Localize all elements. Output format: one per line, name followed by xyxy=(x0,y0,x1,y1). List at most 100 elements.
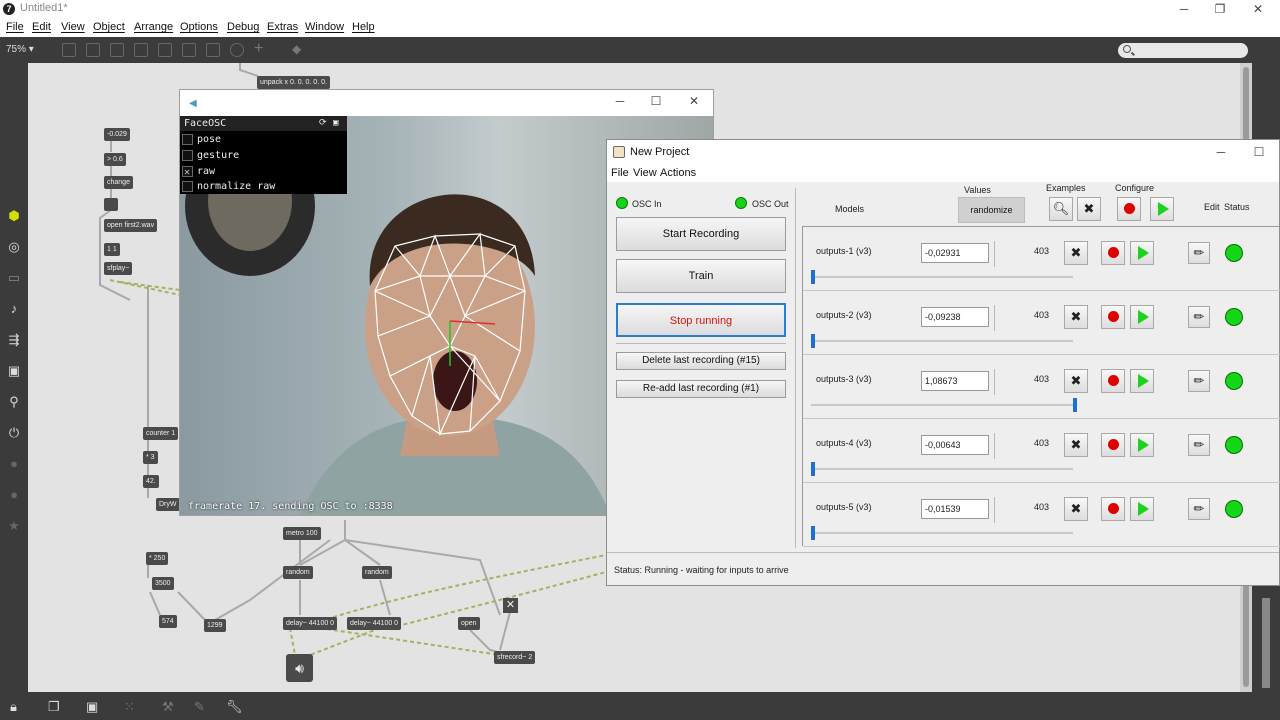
faceosc-toggle-raw[interactable]: raw xyxy=(180,164,347,180)
faceosc-toggle-pose[interactable]: pose xyxy=(180,132,347,147)
record-button[interactable] xyxy=(1101,241,1125,265)
slider-thumb[interactable] xyxy=(811,334,815,348)
patch-object-delay-1[interactable]: delay~ 44100 0 xyxy=(283,617,338,630)
patch-object-greater[interactable]: > 0.6 xyxy=(104,153,126,166)
delete-icon: ✖ xyxy=(1070,501,1082,516)
value-slider[interactable] xyxy=(811,404,1073,406)
patch-object-multiply[interactable]: * 3 xyxy=(143,451,158,464)
edit-model-button[interactable]: ✏︎ xyxy=(1188,498,1210,520)
model-value-field[interactable]: -0,09238 xyxy=(921,307,989,327)
patch-object-random-1[interactable]: random xyxy=(283,566,313,579)
patch-object-metro[interactable]: metro 100 xyxy=(283,527,321,540)
stop-running-button[interactable]: Stop running xyxy=(616,303,786,337)
patch-number-574[interactable]: 574 xyxy=(159,615,177,628)
run-button[interactable] xyxy=(1130,369,1154,393)
example-count: 403 xyxy=(1034,502,1050,512)
wekinator-maximize-icon[interactable]: ☐ xyxy=(1241,143,1277,161)
randomize-button[interactable]: randomize xyxy=(958,197,1025,223)
checkbox[interactable] xyxy=(182,134,193,145)
patch-number-3500[interactable]: 3500 xyxy=(152,577,174,590)
patch-object-drywet[interactable]: DryW xyxy=(156,498,180,511)
faceosc-toggle-label: raw xyxy=(197,166,216,177)
pin-icon[interactable]: ⚒ xyxy=(162,699,174,715)
start-recording-button[interactable]: Start Recording xyxy=(616,217,786,251)
pencil-icon: ✏︎ xyxy=(1193,501,1205,516)
windows-icon[interactable]: ❐ xyxy=(48,699,60,715)
record-button[interactable] xyxy=(1101,497,1125,521)
record-button[interactable] xyxy=(1101,305,1125,329)
checkbox[interactable] xyxy=(182,181,193,192)
model-value-field[interactable]: -0,01539 xyxy=(921,499,989,519)
record-all-button[interactable] xyxy=(1117,197,1141,221)
save-icon[interactable]: ▣ xyxy=(333,116,338,131)
wekinator-minimize-icon[interactable]: ─ xyxy=(1203,143,1239,161)
model-value-field[interactable]: -0,00643 xyxy=(921,435,989,455)
speaker-icon[interactable]: 🔊︎ xyxy=(286,654,313,682)
train-button[interactable]: Train xyxy=(616,259,786,293)
record-icon xyxy=(1107,503,1119,515)
slider-thumb[interactable] xyxy=(811,526,815,540)
patch-message-open[interactable]: open first2.wav xyxy=(104,219,158,232)
patch-toggle[interactable]: ✕ xyxy=(503,598,518,613)
edit-model-button[interactable]: ✏︎ xyxy=(1188,434,1210,456)
patch-object-multiply-250[interactable]: * 250 xyxy=(146,552,169,565)
wrench-icon[interactable]: 🔧︎ xyxy=(226,699,243,715)
delete-last-recording-button[interactable]: Delete last recording (#15) xyxy=(616,352,786,370)
patch-object-sfplay[interactable]: sfplay~ xyxy=(104,262,133,275)
delete-examples-button[interactable]: ✖ xyxy=(1064,433,1088,457)
record-button[interactable] xyxy=(1101,369,1125,393)
faceosc-minimize-icon[interactable]: ─ xyxy=(602,92,638,110)
value-slider[interactable] xyxy=(811,468,1073,470)
run-button[interactable] xyxy=(1130,433,1154,457)
readd-last-recording-button[interactable]: Re-add last recording (#1) xyxy=(616,380,786,398)
patch-number-box[interactable]: -0.029 xyxy=(104,128,130,141)
presentation-bottom-icon[interactable]: ▣ xyxy=(86,699,98,715)
examples-search-button[interactable]: 🔍︎ xyxy=(1049,197,1073,221)
value-slider[interactable] xyxy=(811,340,1073,342)
wek-menu-view[interactable]: View xyxy=(633,167,657,179)
patch-object-delay-2[interactable]: delay~ 44100 0 xyxy=(347,617,402,630)
value-slider[interactable] xyxy=(811,276,1073,278)
edit-model-button[interactable]: ✏︎ xyxy=(1188,306,1210,328)
slider-thumb[interactable] xyxy=(811,270,815,284)
patch-number-1299[interactable]: 1299 xyxy=(204,619,226,632)
wek-menu-actions[interactable]: Actions xyxy=(660,167,696,179)
tools-icon[interactable]: ✎ xyxy=(194,699,205,715)
patch-object-sfrecord[interactable]: sfrecord~ 2 xyxy=(494,651,536,664)
wek-menu-file[interactable]: File xyxy=(611,167,629,179)
delete-examples-button[interactable]: ✖ xyxy=(1064,497,1088,521)
faceosc-close-icon[interactable]: ✕ xyxy=(676,92,712,110)
edit-model-button[interactable]: ✏︎ xyxy=(1188,370,1210,392)
model-value-field[interactable]: -0,02931 xyxy=(921,243,989,263)
patch-object-change[interactable]: change xyxy=(104,176,133,189)
faceosc-toggle-normalize-raw[interactable]: normalize raw xyxy=(180,179,347,194)
lock-bottom-icon[interactable]: 🔒︎ xyxy=(10,699,17,715)
patch-object-unpack[interactable]: unpack x 0. 0. 0. 0. 0. xyxy=(257,76,330,89)
patch-object-random-2[interactable]: random xyxy=(362,566,392,579)
slider-thumb[interactable] xyxy=(811,462,815,476)
faceosc-toggle-gesture[interactable]: gesture xyxy=(180,148,347,163)
record-button[interactable] xyxy=(1101,433,1125,457)
run-button[interactable] xyxy=(1130,497,1154,521)
patch-message-loop[interactable]: 1 1 xyxy=(104,243,120,256)
patch-bang[interactable] xyxy=(104,198,118,211)
run-all-button[interactable] xyxy=(1150,197,1174,221)
model-value-field[interactable]: 1,08673 xyxy=(921,371,989,391)
delete-examples-button[interactable]: ✖ xyxy=(1064,305,1088,329)
refresh-icon[interactable]: ⟳ xyxy=(319,116,327,131)
run-button[interactable] xyxy=(1130,305,1154,329)
grid-bottom-icon[interactable]: ⁙ xyxy=(124,699,135,715)
faceosc-maximize-icon[interactable]: ☐ xyxy=(638,92,674,110)
delete-examples-button[interactable]: ✖ xyxy=(1064,369,1088,393)
run-button[interactable] xyxy=(1130,241,1154,265)
delete-examples-button[interactable]: ✖ xyxy=(1064,241,1088,265)
patch-message-open-2[interactable]: open xyxy=(458,617,480,630)
value-slider[interactable] xyxy=(811,532,1073,534)
checkbox-checked[interactable] xyxy=(182,165,193,180)
edit-model-button[interactable]: ✏︎ xyxy=(1188,242,1210,264)
examples-delete-all-button[interactable]: ✖ xyxy=(1077,197,1101,221)
patch-object-counter[interactable]: counter 1 xyxy=(143,427,179,440)
patch-number-42[interactable]: 42. xyxy=(143,475,159,488)
checkbox[interactable] xyxy=(182,150,193,161)
slider-thumb[interactable] xyxy=(1073,398,1077,412)
